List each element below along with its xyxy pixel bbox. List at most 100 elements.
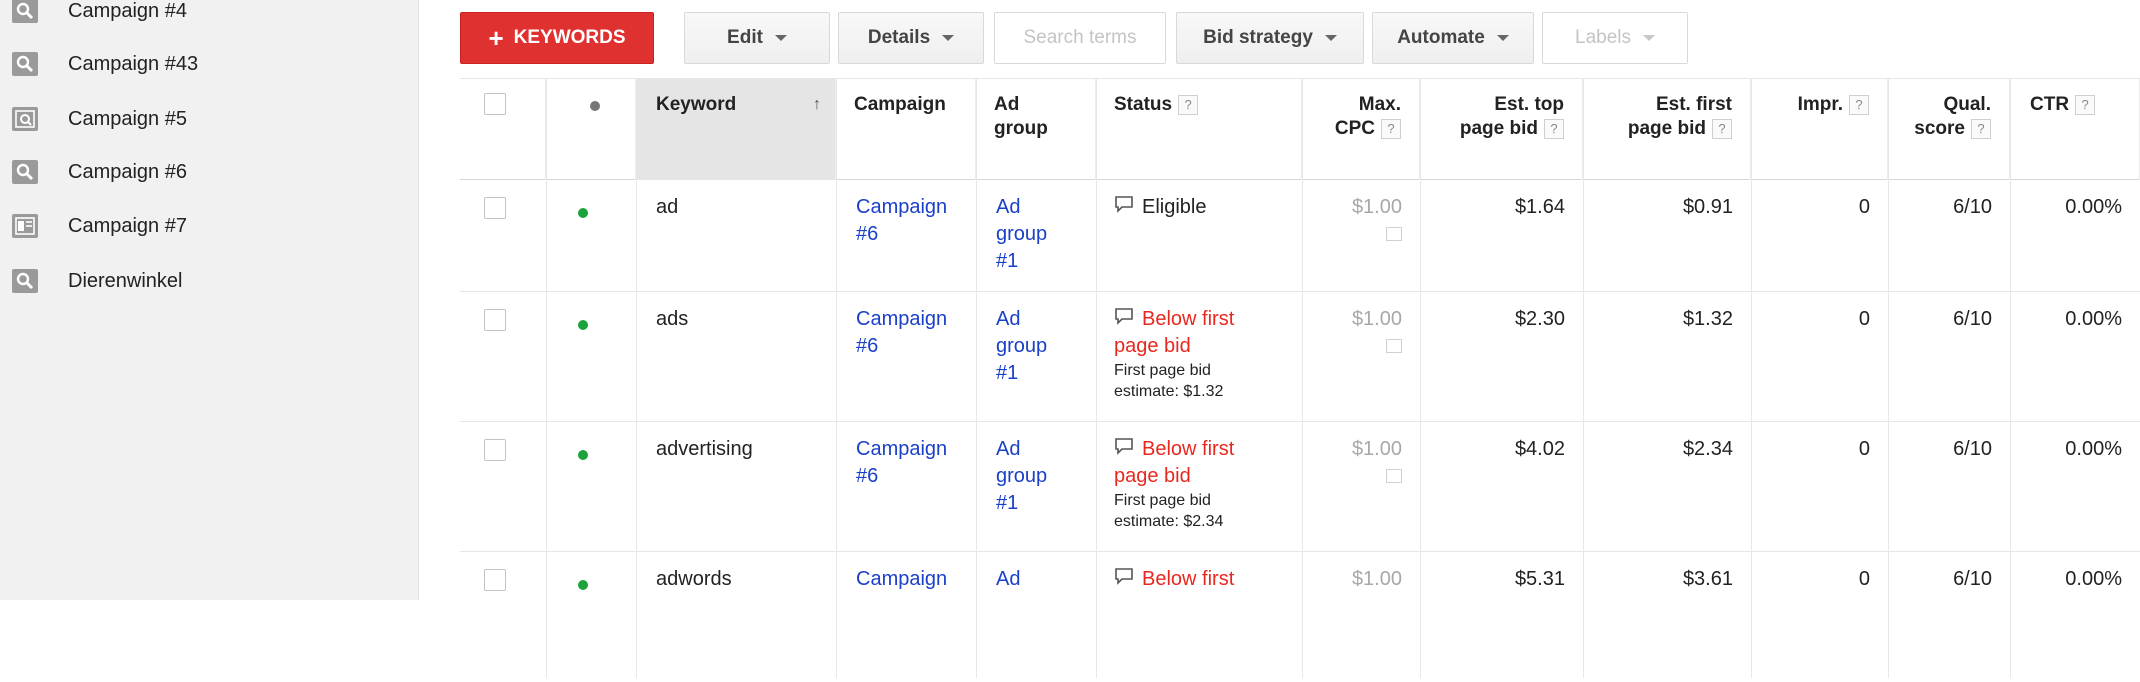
impressions-value: 0	[1858, 308, 1870, 330]
campaign-link[interactable]: Campaign #6	[856, 180, 976, 248]
est-top-page-bid-value: $1.64	[1514, 196, 1565, 218]
sidebar-item-dierenwinkel[interactable]: Dierenwinkel	[12, 266, 183, 296]
sidebar-item-campaign-43[interactable]: Campaign #43	[12, 49, 198, 79]
header-ctr[interactable]: CTR?	[2010, 79, 2140, 180]
column-divider	[546, 78, 547, 678]
header-campaign[interactable]: Campaign	[836, 79, 976, 180]
speech-bubble-icon	[1114, 194, 1134, 221]
header-status-dot	[546, 79, 636, 180]
chevron-down-icon	[942, 35, 955, 41]
help-icon[interactable]: ?	[1849, 94, 1869, 115]
keyword-text[interactable]: ads	[656, 292, 836, 333]
header-status[interactable]: Status?	[1096, 79, 1302, 180]
enabled-status-dot	[578, 580, 588, 590]
column-divider	[1583, 78, 1584, 678]
help-icon[interactable]: ?	[2075, 94, 2096, 115]
quality-score-value: 6/10	[1953, 196, 1992, 218]
max-cpc-value[interactable]: $1.00	[1302, 552, 1402, 593]
speech-bubble-icon	[1114, 436, 1134, 463]
status-cell[interactable]: Below first	[1114, 552, 1302, 593]
header-est-top-page-bid[interactable]: Est. top page bid?	[1420, 79, 1583, 180]
column-divider	[1302, 78, 1303, 678]
sidebar-item-label: Campaign #4	[68, 0, 187, 22]
ad-group-link[interactable]: Ad	[996, 552, 1096, 593]
select-all-checkbox[interactable]	[484, 93, 506, 115]
edit-dropdown[interactable]: Edit	[684, 12, 830, 64]
search-icon	[12, 160, 38, 184]
enabled-status-dot	[578, 450, 588, 460]
status-cell[interactable]: Below first page bid First page bid esti…	[1114, 292, 1302, 402]
column-divider	[1751, 78, 1752, 678]
chevron-down-icon	[1324, 35, 1337, 41]
campaign-link[interactable]: Campaign #6	[856, 422, 976, 490]
speech-bubble-icon	[1114, 306, 1134, 333]
help-icon[interactable]: ?	[1971, 118, 1991, 139]
impressions-value: 0	[1858, 196, 1870, 218]
campaign-link[interactable]: Campaign #6	[856, 292, 976, 360]
sidebar-item-campaign-4[interactable]: Campaign #4	[12, 0, 187, 26]
ctr-value: 0.00%	[2065, 438, 2122, 460]
sidebar-item-label: Dierenwinkel	[68, 269, 183, 292]
speech-bubble-icon	[1114, 566, 1134, 593]
header-impressions[interactable]: Impr.?	[1751, 79, 1888, 180]
column-divider	[636, 78, 637, 678]
sort-ascending-icon: ↑	[813, 96, 821, 113]
chevron-down-icon	[1643, 35, 1655, 41]
header-est-first-page-bid[interactable]: Est. first page bid?	[1583, 79, 1751, 180]
bid-strategy-dropdown[interactable]: Bid strategy	[1176, 12, 1364, 64]
row-checkbox[interactable]	[484, 569, 506, 591]
header-quality-score[interactable]: Qual. score?	[1888, 79, 2010, 180]
est-first-page-bid-value: $3.61	[1682, 568, 1733, 590]
column-divider	[1420, 78, 1421, 678]
help-icon[interactable]: ?	[1178, 94, 1199, 115]
search-terms-button[interactable]: Search terms	[994, 12, 1166, 64]
bid-adjust-icon	[1386, 227, 1402, 241]
campaign-sidebar: Campaign #4 Campaign #43 Campaign #5 Cam…	[0, 0, 419, 600]
keyword-text[interactable]: advertising	[656, 422, 836, 463]
ad-group-link[interactable]: Ad group #1	[996, 422, 1096, 517]
help-icon[interactable]: ?	[1544, 118, 1564, 139]
labels-dropdown[interactable]: Labels	[1542, 12, 1688, 64]
help-icon[interactable]: ?	[1712, 118, 1732, 139]
header-ad-group[interactable]: Ad group	[976, 79, 1096, 180]
enabled-status-dot	[578, 320, 588, 330]
plus-icon: +	[488, 23, 504, 53]
search-icon	[12, 52, 38, 76]
help-icon[interactable]: ?	[1381, 118, 1401, 139]
row-checkbox[interactable]	[484, 197, 506, 219]
keyword-text[interactable]: adwords	[656, 552, 836, 593]
automate-dropdown[interactable]: Automate	[1372, 12, 1534, 64]
details-dropdown[interactable]: Details	[838, 12, 984, 64]
chevron-down-icon	[774, 35, 787, 41]
est-top-page-bid-value: $2.30	[1514, 308, 1565, 330]
header-max-cpc[interactable]: Max. CPC?	[1302, 79, 1420, 180]
keyword-text[interactable]: ad	[656, 180, 836, 221]
row-checkbox[interactable]	[484, 309, 506, 331]
quality-score-value: 6/10	[1953, 308, 1992, 330]
chevron-down-icon	[1496, 35, 1509, 41]
max-cpc-value[interactable]: $1.00	[1302, 292, 1402, 353]
max-cpc-value[interactable]: $1.00	[1302, 180, 1402, 241]
impressions-value: 0	[1858, 568, 1870, 590]
est-top-page-bid-value: $4.02	[1514, 438, 1565, 460]
impressions-value: 0	[1858, 438, 1870, 460]
ad-group-link[interactable]: Ad group #1	[996, 180, 1096, 275]
sidebar-item-campaign-6[interactable]: Campaign #6	[12, 157, 187, 187]
est-top-page-bid-value: $5.31	[1514, 568, 1565, 590]
status-cell[interactable]: Below first page bid First page bid esti…	[1114, 422, 1302, 532]
est-first-page-bid-value: $2.34	[1682, 438, 1733, 460]
row-checkbox[interactable]	[484, 439, 506, 461]
est-first-page-bid-value: $0.91	[1682, 196, 1733, 218]
bid-adjust-icon	[1386, 469, 1402, 483]
campaign-link[interactable]: Campaign	[856, 552, 976, 593]
status-cell[interactable]: Eligible	[1114, 180, 1302, 221]
ctr-value: 0.00%	[2065, 308, 2122, 330]
max-cpc-value[interactable]: $1.00	[1302, 422, 1402, 483]
display-search-icon	[12, 107, 38, 131]
ad-group-link[interactable]: Ad group #1	[996, 292, 1096, 387]
sidebar-item-campaign-7[interactable]: Campaign #7	[12, 211, 187, 241]
sidebar-item-campaign-5[interactable]: Campaign #5	[12, 104, 187, 134]
add-keywords-button[interactable]: + KEYWORDS	[460, 12, 654, 64]
header-keyword[interactable]: Keyword ↑	[636, 79, 836, 180]
enabled-status-dot	[578, 208, 588, 218]
